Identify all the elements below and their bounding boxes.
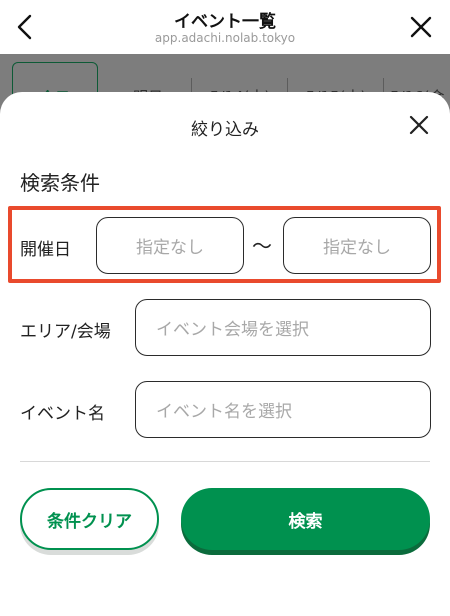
search-button[interactable]: 検索	[181, 488, 430, 550]
date-to-input[interactable]: 指定なし	[283, 217, 431, 274]
event-name-label: イベント名	[20, 404, 105, 424]
close-page-button[interactable]	[408, 14, 434, 40]
section-title: 検索条件	[20, 171, 100, 195]
divider	[20, 461, 430, 462]
page-url: app.adachi.nolab.tokyo	[154, 31, 296, 45]
date-label: 開催日	[20, 240, 71, 260]
event-name-select[interactable]: イベント名を選択	[135, 381, 431, 438]
filter-sheet: 絞り込み 検索条件 開催日 指定なし 〜 指定なし エリア/会場 イベント会場を…	[0, 92, 450, 616]
area-select[interactable]: イベント会場を選択	[135, 299, 431, 356]
sheet-title: 絞り込み	[191, 120, 259, 140]
close-sheet-button[interactable]	[408, 114, 430, 136]
close-icon	[409, 115, 429, 135]
close-icon	[410, 16, 432, 38]
clear-conditions-button[interactable]: 条件クリア	[20, 488, 159, 550]
area-label: エリア/会場	[20, 322, 111, 342]
top-header: イベント一覧 app.adachi.nolab.tokyo	[0, 0, 450, 54]
date-from-input[interactable]: 指定なし	[96, 217, 244, 274]
date-range-separator: 〜	[252, 234, 272, 258]
page-title: イベント一覧	[174, 12, 276, 32]
